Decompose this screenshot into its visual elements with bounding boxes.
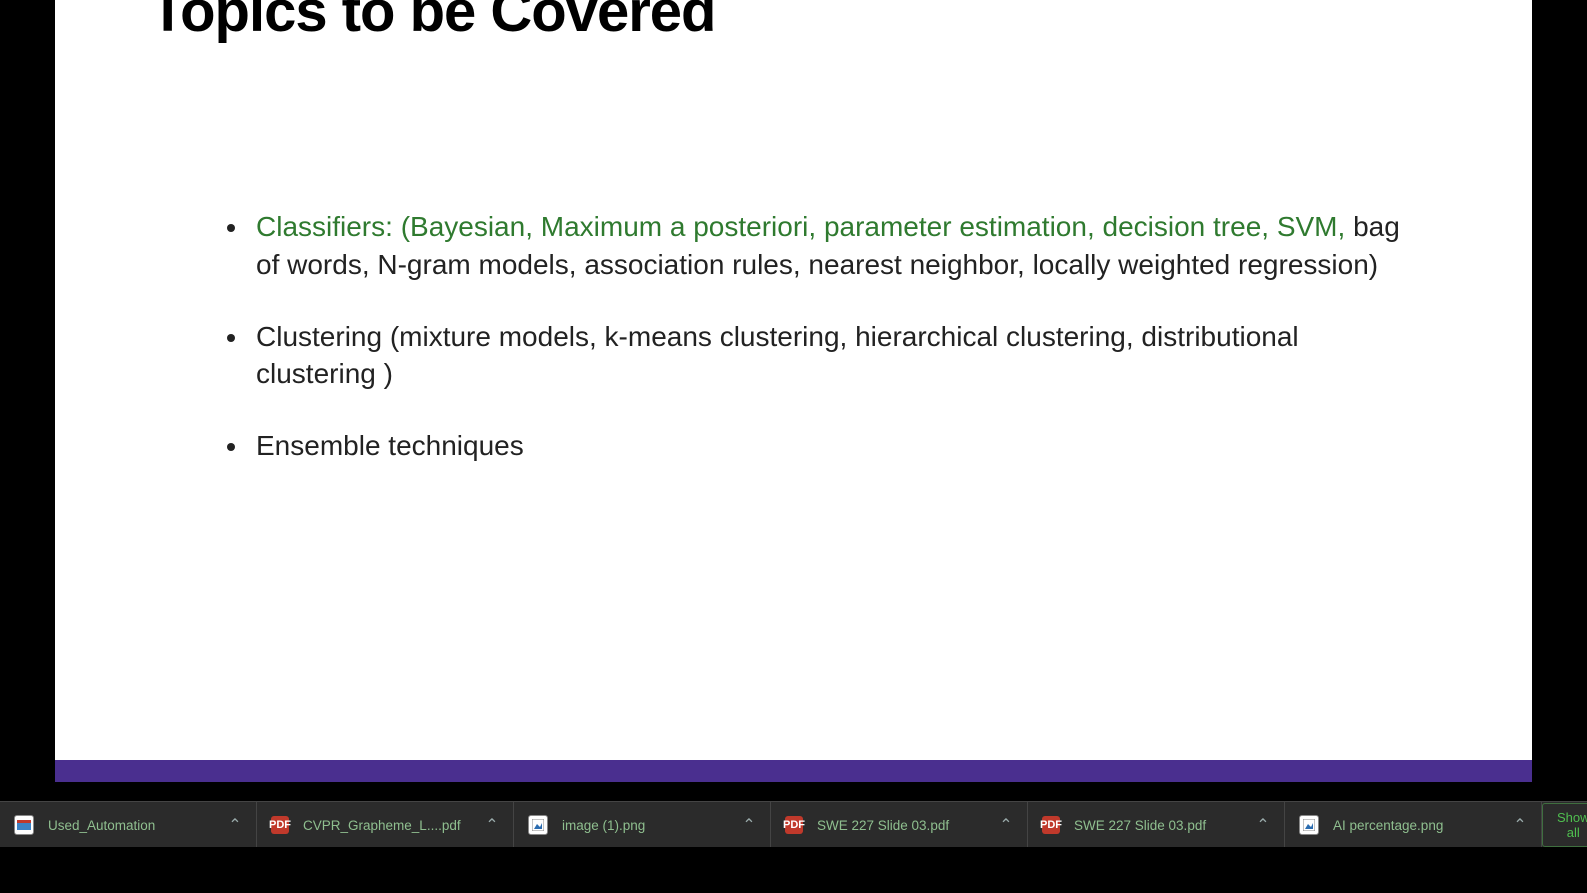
chevron-up-icon[interactable]: ⌃ <box>995 815 1017 835</box>
download-label: Used_Automation <box>48 818 224 833</box>
file-icon <box>14 815 34 835</box>
bullet-ensemble: Ensemble techniques <box>250 427 1410 465</box>
show-all-button[interactable]: Show all <box>1542 803 1587 847</box>
pdf-icon: PDF <box>1042 816 1060 834</box>
chevron-up-icon[interactable]: ⌃ <box>1509 815 1531 835</box>
image-icon <box>1299 815 1319 835</box>
download-label: SWE 227 Slide 03.pdf <box>1074 818 1252 833</box>
pdf-icon: PDF <box>271 816 289 834</box>
download-item-4[interactable]: PDF SWE 227 Slide 03.pdf ⌃ <box>771 802 1028 848</box>
chevron-up-icon[interactable]: ⌃ <box>481 815 503 835</box>
downloads-bar: Used_Automation ⌃ PDF CVPR_Grapheme_L...… <box>0 801 1587 848</box>
slide-bullet-list: Classifiers: (Bayesian, Maximum a poster… <box>210 208 1410 499</box>
download-item-6[interactable]: AI percentage.png ⌃ <box>1285 802 1542 848</box>
bottom-black-strip <box>0 847 1587 893</box>
image-icon <box>528 815 548 835</box>
chevron-up-icon[interactable]: ⌃ <box>224 815 246 835</box>
download-label: SWE 227 Slide 03.pdf <box>817 818 995 833</box>
download-item-3[interactable]: image (1).png ⌃ <box>514 802 771 848</box>
slide-canvas: Topics to be Covered Classifiers: (Bayes… <box>55 0 1532 780</box>
download-item-1[interactable]: Used_Automation ⌃ <box>0 802 257 848</box>
download-item-2[interactable]: PDF CVPR_Grapheme_L....pdf ⌃ <box>257 802 514 848</box>
bottom-region: Used_Automation ⌃ PDF CVPR_Grapheme_L...… <box>0 801 1587 893</box>
pdf-icon: PDF <box>785 816 803 834</box>
download-label: AI percentage.png <box>1333 818 1509 833</box>
download-item-5[interactable]: PDF SWE 227 Slide 03.pdf ⌃ <box>1028 802 1285 848</box>
download-label: image (1).png <box>562 818 738 833</box>
download-label: CVPR_Grapheme_L....pdf <box>303 818 481 833</box>
slide-title: Topics to be Covered <box>150 0 715 45</box>
chevron-up-icon[interactable]: ⌃ <box>738 815 760 835</box>
app-stage: Topics to be Covered Classifiers: (Bayes… <box>0 0 1587 893</box>
bullet-classifiers: Classifiers: (Bayesian, Maximum a poster… <box>250 208 1410 284</box>
bullet-clustering: Clustering (mixture models, k-means clus… <box>250 318 1410 394</box>
downloads-bar-right: Show all ✕ <box>1542 802 1587 848</box>
slide-footer-band <box>55 760 1532 782</box>
chevron-up-icon[interactable]: ⌃ <box>1252 815 1274 835</box>
bullet-classifiers-highlight: Classifiers: (Bayesian, Maximum a poster… <box>256 211 1353 242</box>
